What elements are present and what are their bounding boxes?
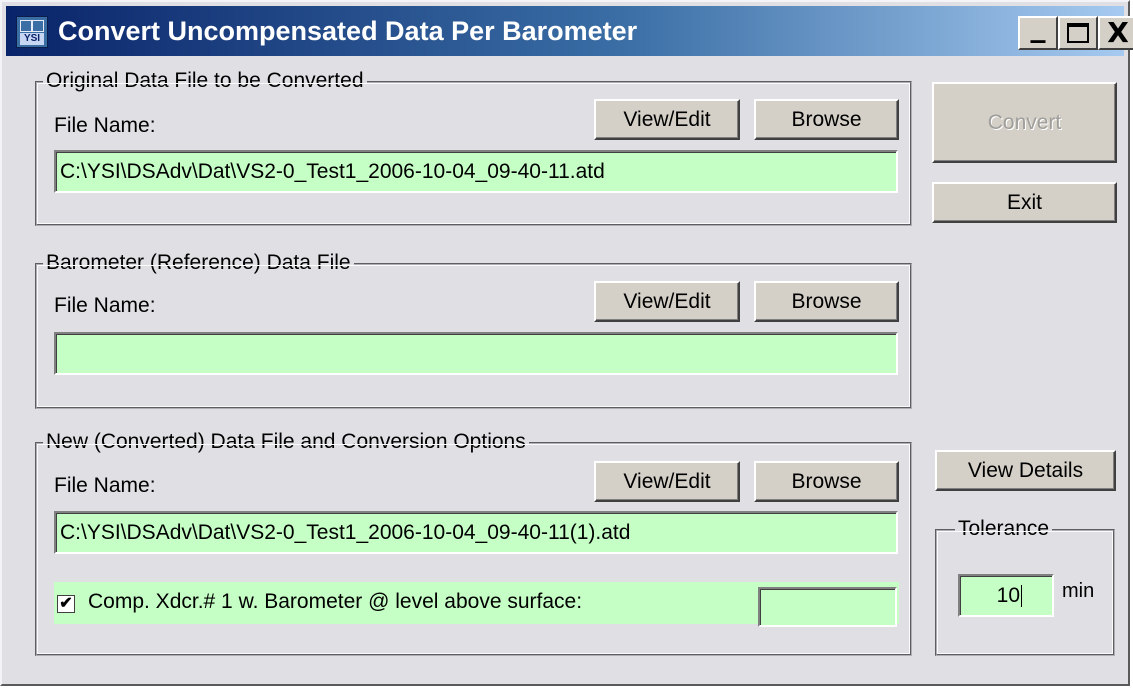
exit-button[interactable]: Exit: [932, 182, 1117, 223]
ysi-icon-text: YSI: [20, 33, 44, 45]
title-bar[interactable]: YSI Convert Uncompensated Data Per Barom…: [6, 6, 1133, 56]
barometer-file-name-label: File Name:: [54, 294, 156, 317]
level-above-surface-field[interactable]: [758, 587, 897, 627]
original-browse-button[interactable]: Browse: [754, 99, 899, 140]
barometer-file-field[interactable]: [54, 332, 898, 375]
compensation-checkbox-label[interactable]: Comp. Xdcr.# 1 w. Barometer @ level abov…: [88, 590, 582, 614]
window-title: Convert Uncompensated Data Per Barometer: [58, 16, 638, 46]
ysi-app-icon: YSI: [16, 16, 48, 48]
minimize-button[interactable]: _: [1018, 12, 1058, 50]
close-icon: X: [1107, 16, 1129, 49]
maximize-icon: [1067, 23, 1089, 43]
barometer-browse-button[interactable]: Browse: [754, 281, 899, 322]
original-file-legend: Original Data File to be Converted: [43, 68, 367, 94]
convert-button[interactable]: Convert: [932, 82, 1117, 163]
new-view-edit-button[interactable]: View/Edit: [594, 461, 740, 502]
compensation-checkbox[interactable]: ✔: [57, 595, 75, 613]
new-file-name-label: File Name:: [54, 474, 156, 497]
minimize-icon: _: [1030, 9, 1046, 44]
new-browse-button[interactable]: Browse: [754, 461, 899, 502]
convert-dialog: YSI Convert Uncompensated Data Per Barom…: [0, 0, 1133, 686]
original-file-field[interactable]: C:\YSI\DSAdv\Dat\VS2-0_Test1_2006-10-04_…: [54, 150, 898, 193]
tolerance-legend: Tolerance: [955, 516, 1053, 542]
barometer-file-legend: Barometer (Reference) Data File: [43, 250, 354, 276]
original-file-name-label: File Name:: [54, 114, 156, 137]
view-details-button[interactable]: View Details: [935, 450, 1116, 491]
close-button[interactable]: X: [1098, 16, 1133, 50]
barometer-view-edit-button[interactable]: View/Edit: [594, 281, 740, 322]
text-cursor: [1021, 585, 1022, 608]
new-file-legend: New (Converted) Data File and Conversion…: [43, 429, 529, 455]
tolerance-input[interactable]: 10: [958, 574, 1054, 617]
original-view-edit-button[interactable]: View/Edit: [594, 99, 740, 140]
tolerance-value: 10: [996, 584, 1020, 607]
maximize-button[interactable]: [1058, 16, 1098, 50]
tolerance-unit-label: min: [1062, 580, 1095, 602]
new-file-field[interactable]: C:\YSI\DSAdv\Dat\VS2-0_Test1_2006-10-04_…: [54, 511, 898, 554]
